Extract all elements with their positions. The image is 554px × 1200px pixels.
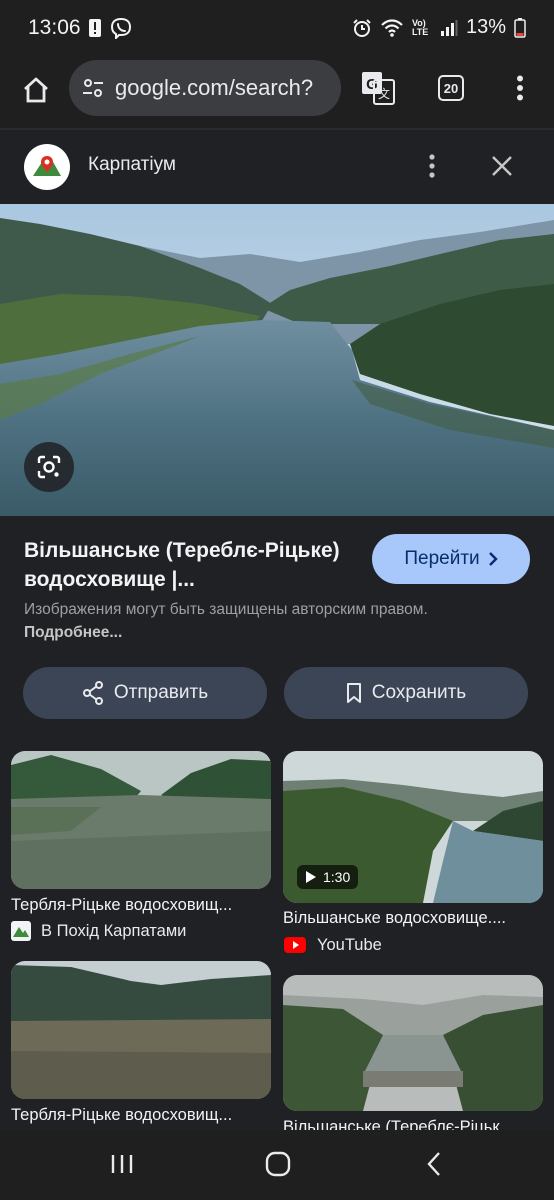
result-title[interactable]: Вільшанське (Тереблє-Ріцьке) водосховище… [24, 536, 344, 594]
related-image-card[interactable]: Тербля-Ріцьке водосховищ... В Похід Карп… [11, 751, 271, 941]
viber-icon [110, 17, 132, 39]
related-title[interactable]: Тербля-Ріцьке водосховищ... [11, 1106, 271, 1125]
related-thumbnail[interactable]: 1:30 [283, 751, 543, 903]
lens-icon [37, 455, 61, 479]
copyright-text: Изображения могут быть защищены авторски… [24, 601, 428, 618]
lte-badge: Vo) LTE [411, 17, 429, 37]
play-icon [306, 871, 316, 883]
tab-count: 20 [438, 75, 464, 101]
translate-icon: G 文 [362, 72, 395, 105]
image-viewer-panel: Карпатіум Вільшанське (Тереблє-Ріцьке) в… [0, 128, 554, 1130]
status-time: 13:06 [28, 16, 81, 39]
video-duration-badge: 1:30 [297, 865, 359, 889]
share-icon [82, 681, 103, 705]
site-settings-icon[interactable] [79, 74, 107, 102]
browser-menu-button[interactable] [498, 66, 542, 110]
share-label: Отправить [113, 682, 209, 703]
save-button[interactable]: Сохранить [284, 667, 528, 719]
copyright-notice: Изображения могут быть защищены авторски… [24, 598, 444, 644]
site-logo[interactable] [24, 144, 70, 190]
battery-icon [514, 17, 526, 38]
back-chevron-icon [427, 1152, 440, 1176]
close-icon [492, 156, 512, 176]
related-thumbnail[interactable] [11, 751, 271, 889]
related-source[interactable]: В Похід Карпатами [11, 921, 186, 941]
related-image-card[interactable]: Вільшанське (Тереблє-Ріцьк... [283, 975, 543, 1130]
signal-icon [440, 19, 458, 36]
translate-button[interactable]: G 文 [356, 66, 400, 110]
battery-percent: 13% [465, 16, 506, 38]
home-icon [24, 77, 48, 103]
wifi-icon [381, 18, 403, 37]
save-label: Сохранить [371, 682, 467, 703]
recents-icon [111, 1155, 133, 1173]
alert-icon [89, 19, 101, 37]
browser-toolbar: google.com/search? G 文 20 [0, 60, 554, 128]
system-navigation-bar [0, 1130, 554, 1200]
status-right: Vo) LTE 13% [352, 16, 526, 39]
bookmark-icon [346, 683, 361, 703]
related-thumbnail[interactable] [11, 961, 271, 1099]
back-button[interactable] [412, 1146, 456, 1182]
tab-switcher-button[interactable]: 20 [429, 66, 473, 110]
share-button[interactable]: Отправить [23, 667, 267, 719]
visit-button-label: Перейти [404, 548, 480, 569]
related-title[interactable]: Вільшанське (Тереблє-Ріцьк... [283, 1118, 543, 1130]
video-duration: 1:30 [323, 869, 351, 885]
svg-text:G: G [366, 76, 378, 93]
learn-more-link[interactable]: Подробнее... [24, 624, 122, 641]
related-title[interactable]: Тербля-Ріцьке водосховищ... [11, 896, 271, 915]
related-source-name: В Похід Карпатами [41, 921, 187, 940]
related-image-card[interactable]: 1:30 Вільшанське водосховище.... YouTube [283, 751, 543, 957]
site-logo-icon [33, 156, 61, 176]
home-pill-icon [265, 1151, 291, 1177]
related-thumbnail[interactable] [283, 975, 543, 1111]
panel-header: Карпатіум [0, 130, 554, 204]
visit-button[interactable]: Перейти [372, 534, 530, 584]
alarm-icon [353, 18, 371, 37]
more-vert-icon [429, 154, 435, 178]
youtube-icon [284, 937, 306, 953]
lens-search-button[interactable] [24, 442, 74, 492]
panel-close-button[interactable] [482, 146, 522, 186]
mountain-icon [11, 921, 31, 941]
panel-more-button[interactable] [414, 146, 450, 186]
recents-button[interactable] [100, 1146, 144, 1182]
related-image-card[interactable]: Тербля-Ріцьке водосховищ... [11, 961, 271, 1130]
hero-image[interactable] [0, 204, 554, 516]
address-bar[interactable]: google.com/search? [69, 60, 341, 116]
svg-text:文: 文 [378, 86, 390, 101]
home-button[interactable] [14, 68, 58, 112]
chevron-right-icon [488, 552, 498, 566]
notification-icons [88, 17, 132, 39]
system-home-button[interactable] [256, 1146, 300, 1182]
related-source-name: YouTube [317, 935, 382, 954]
related-title[interactable]: Вільшанське водосховище.... [283, 909, 543, 928]
more-vert-icon [517, 75, 523, 101]
url-text: google.com/search? [115, 75, 314, 100]
site-name[interactable]: Карпатіум [88, 154, 176, 176]
status-bar: 13:06 Vo) LTE 13% [0, 0, 554, 60]
related-source[interactable]: YouTube [283, 935, 382, 955]
